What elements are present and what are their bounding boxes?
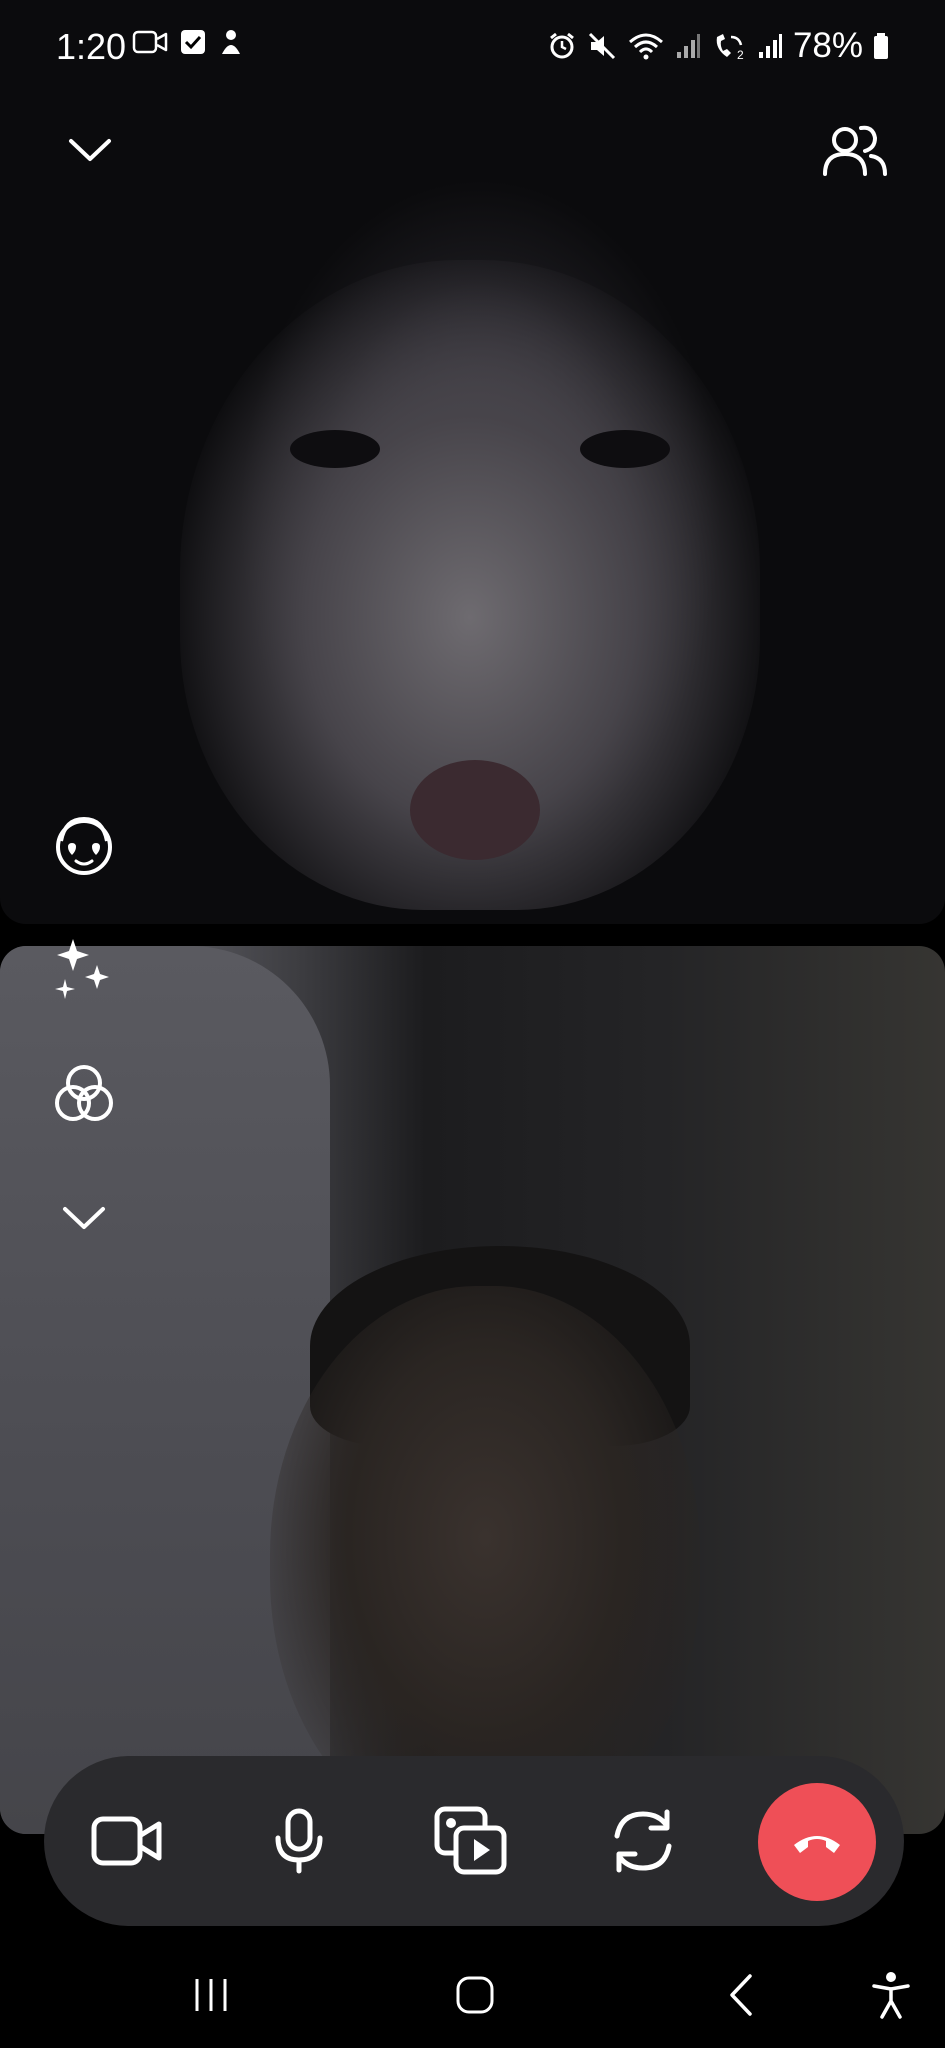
more-effects-button[interactable] bbox=[48, 1182, 120, 1254]
color-filter-icon bbox=[51, 1061, 117, 1127]
svg-text:2: 2 bbox=[737, 48, 744, 61]
recent-apps-icon bbox=[191, 1977, 231, 2013]
remote-mouth bbox=[410, 760, 540, 860]
self-person-face bbox=[270, 1286, 700, 1834]
video-camera-icon bbox=[132, 29, 168, 55]
battery-icon bbox=[873, 32, 889, 60]
face-filter-icon bbox=[51, 811, 117, 881]
call-controls-bar bbox=[44, 1756, 904, 1926]
signal-icon bbox=[757, 32, 783, 60]
chevron-down-icon bbox=[67, 136, 113, 164]
wifi-calling-icon: 2 bbox=[711, 31, 747, 61]
remote-right-eye bbox=[580, 430, 670, 468]
toggle-camera-button[interactable] bbox=[82, 1796, 172, 1886]
switch-camera-icon bbox=[607, 1806, 679, 1876]
battery-percentage: 78% bbox=[792, 26, 863, 65]
remote-left-eye bbox=[290, 430, 380, 468]
participants-button[interactable] bbox=[815, 110, 895, 190]
video-camera-icon bbox=[91, 1815, 163, 1867]
alarm-icon bbox=[547, 31, 577, 61]
recent-apps-button[interactable] bbox=[176, 1960, 246, 2030]
wifi-icon bbox=[627, 31, 665, 61]
participants-icon bbox=[819, 120, 891, 180]
media-share-icon bbox=[434, 1806, 508, 1876]
status-time: 1:20 bbox=[56, 26, 127, 67]
end-call-icon bbox=[790, 1827, 844, 1857]
sparkles-effects-icon bbox=[51, 937, 117, 1003]
self-video-feed[interactable] bbox=[0, 946, 945, 1834]
microphone-icon bbox=[272, 1808, 326, 1874]
minimize-call-button[interactable] bbox=[60, 120, 120, 180]
home-button[interactable] bbox=[440, 1960, 510, 2030]
end-call-button[interactable] bbox=[758, 1783, 876, 1901]
face-filter-button[interactable] bbox=[48, 810, 120, 882]
back-icon bbox=[726, 1973, 756, 2017]
flip-camera-button[interactable] bbox=[598, 1796, 688, 1886]
status-bar: 1:20 2 78% bbox=[0, 0, 945, 100]
color-filter-button[interactable] bbox=[48, 1058, 120, 1130]
share-media-button[interactable] bbox=[426, 1796, 516, 1886]
chevron-down-icon bbox=[61, 1204, 107, 1232]
mute-microphone-button[interactable] bbox=[254, 1796, 344, 1886]
checkbox-icon bbox=[180, 29, 206, 55]
effects-button[interactable] bbox=[48, 934, 120, 1006]
remote-video-feed[interactable] bbox=[0, 0, 945, 924]
accessibility-button[interactable] bbox=[856, 1960, 926, 2030]
back-button[interactable] bbox=[706, 1960, 776, 2030]
accessibility-icon bbox=[871, 1971, 911, 2019]
signal-icon bbox=[675, 32, 701, 60]
system-navigation-bar bbox=[0, 1940, 945, 2048]
home-icon bbox=[455, 1975, 495, 2015]
mute-icon bbox=[587, 31, 617, 61]
person-icon bbox=[218, 28, 244, 56]
